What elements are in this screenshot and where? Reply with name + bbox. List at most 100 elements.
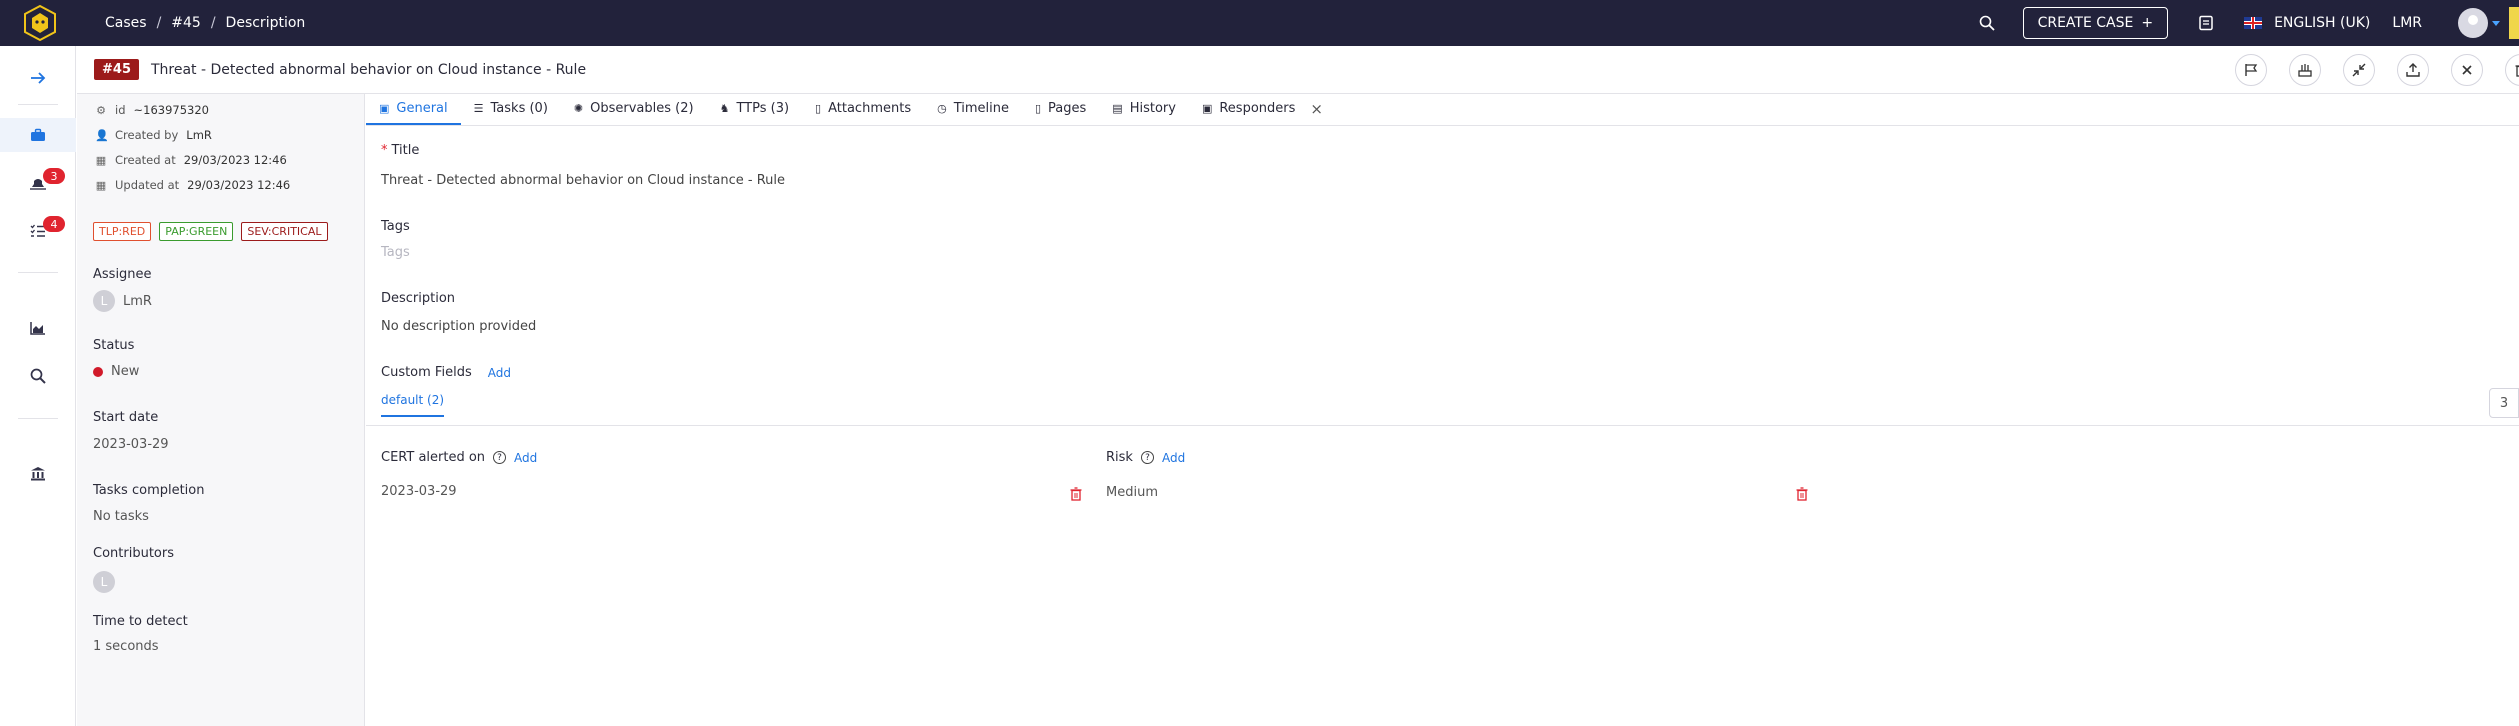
close-case-button[interactable] (2451, 54, 2483, 86)
tab-general[interactable]: ▣ General (366, 93, 461, 125)
tab-pages[interactable]: ▯ Pages (1022, 93, 1099, 125)
breadcrumb-case-ref[interactable]: #45 (171, 15, 201, 31)
severity-tag[interactable]: SEV:CRITICAL (241, 222, 328, 241)
case-tags: TLP:RED PAP:GREEN SEV:CRITICAL (93, 222, 328, 241)
close-tab-icon[interactable]: × (1308, 93, 1323, 125)
breadcrumb-cases[interactable]: Cases (105, 15, 147, 31)
tab-label: Tasks (0) (490, 100, 548, 116)
nav-alerts[interactable]: 3 (0, 166, 76, 200)
updated-at-value: 29/03/2023 12:46 (187, 178, 291, 192)
page-indicator[interactable]: 3 (2489, 388, 2519, 418)
export-button[interactable] (2397, 54, 2429, 86)
responder-icon: ▣ (1201, 101, 1213, 115)
case-id-value: ~163975320 (133, 103, 210, 117)
updated-at-row: ▦ Updated at 29/03/2023 12:46 (95, 178, 290, 192)
tlp-tag[interactable]: TLP:RED (93, 222, 152, 241)
tab-history[interactable]: ▤ History (1099, 93, 1189, 125)
breadcrumb-separator: / (156, 15, 162, 31)
clock-icon: ◷ (937, 101, 947, 115)
divider (366, 425, 2519, 426)
virus-icon: ✺ (573, 101, 584, 115)
tab-label: Pages (1048, 100, 1087, 116)
created-at-row: ▦ Created at 29/03/2023 12:46 (95, 153, 287, 167)
tab-label: TTPs (3) (736, 100, 790, 116)
start-date-label: Start date (93, 410, 159, 425)
create-case-button[interactable]: CREATE CASE + (2022, 7, 2169, 39)
chart-icon (30, 322, 45, 335)
create-case-label: CREATE CASE (2037, 15, 2134, 31)
side-drawer-handle[interactable] (2509, 7, 2519, 39)
description-label: Description (381, 291, 456, 306)
custom-fields-group-tab[interactable]: default (2) (381, 393, 445, 417)
nav-search[interactable] (0, 359, 76, 393)
delete-case-button[interactable] (2505, 54, 2519, 86)
status-dot (93, 366, 103, 377)
trash-icon[interactable] (1070, 487, 1082, 501)
tab-label: Timeline (953, 100, 1009, 116)
custom-field-cert-alerted-on: CERT alerted on ? Add (381, 450, 537, 465)
tab-label: Observables (2) (590, 100, 694, 116)
merge-case-button[interactable] (2289, 54, 2321, 86)
tab-observables[interactable]: ✺ Observables (2) (561, 93, 707, 125)
created-by-row: 👤 Created by LmR (95, 128, 212, 142)
thehive-logo[interactable] (22, 4, 58, 42)
tab-responders[interactable]: ▣ Responders (1189, 93, 1308, 125)
nav-cases[interactable] (0, 118, 76, 152)
status-field[interactable]: New (93, 364, 139, 379)
tab-label: History (1129, 100, 1176, 116)
description-value[interactable]: No description provided (381, 319, 536, 334)
tab-timeline[interactable]: ◷ Timeline (924, 93, 1022, 125)
upload-icon (2406, 63, 2420, 77)
nav-tasks[interactable]: 4 (0, 214, 76, 248)
created-at-value: 29/03/2023 12:46 (183, 153, 287, 167)
tags-input[interactable]: Tags (381, 245, 410, 260)
search-icon[interactable] (1979, 15, 1995, 31)
trash-icon (2515, 65, 2519, 77)
tasks-completion-label: Tasks completion (93, 483, 205, 498)
updated-at-label: Updated at (115, 178, 180, 192)
tags-label: Tags (381, 219, 410, 234)
tab-attachments[interactable]: ▯ Attachments (802, 93, 924, 125)
tab-ttps[interactable]: ♞ TTPs (3) (707, 93, 802, 125)
help-icon[interactable]: ? (493, 451, 507, 464)
tab-tasks[interactable]: ☰ Tasks (0) (461, 93, 561, 125)
custom-field-add-link[interactable]: Add (514, 451, 537, 465)
assignee-value: LmR (123, 293, 152, 309)
start-date-value[interactable]: 2023-03-29 (93, 437, 169, 452)
top-bar: Cases / #45 / Description CREATE CASE + … (0, 0, 2519, 46)
gear-icon: ⚙ (96, 103, 106, 117)
pap-tag[interactable]: PAP:GREEN (159, 222, 234, 241)
custom-field-add-link[interactable]: Add (1162, 451, 1185, 465)
briefcase-icon: ▣ (379, 101, 390, 115)
chevron-down-icon[interactable] (2491, 19, 2501, 27)
add-custom-field-link[interactable]: Add (488, 366, 511, 380)
flag-button[interactable] (2235, 54, 2267, 86)
user-icon: 👤 (95, 128, 109, 142)
custom-field-risk: Risk ? Add (1106, 450, 1185, 465)
expand-nav-button[interactable] (0, 61, 76, 95)
notebook-icon[interactable] (2198, 15, 2214, 31)
nav-organisation[interactable] (0, 456, 76, 490)
uk-flag-icon (2244, 17, 2263, 29)
merge-icon (2298, 64, 2312, 77)
nav-dashboards[interactable] (0, 311, 76, 345)
title-label: * Title (381, 143, 419, 158)
created-at-label: Created at (115, 153, 176, 167)
help-icon[interactable]: ? (1140, 451, 1154, 464)
user-avatar[interactable] (2458, 8, 2488, 38)
language-selector[interactable]: ENGLISH (UK) (2244, 15, 2370, 31)
custom-field-value[interactable]: 2023-03-29 (381, 484, 457, 499)
status-value: New (111, 364, 140, 379)
trash-icon[interactable] (1796, 487, 1808, 501)
assignee-avatar: L (93, 290, 115, 312)
assignee-field[interactable]: L LmR (93, 290, 152, 312)
collapse-button[interactable] (2343, 54, 2375, 86)
file-icon: ▯ (815, 101, 822, 115)
breadcrumb-current: Description (225, 15, 306, 31)
close-icon (2462, 65, 2472, 75)
custom-field-value[interactable]: Medium (1106, 485, 1158, 500)
title-value[interactable]: Threat - Detected abnormal behavior on C… (381, 173, 785, 188)
calendar-check-icon: ▦ (95, 178, 107, 192)
user-initials: LMR (2392, 15, 2422, 31)
custom-fields-header: Custom Fields Add (381, 365, 511, 380)
